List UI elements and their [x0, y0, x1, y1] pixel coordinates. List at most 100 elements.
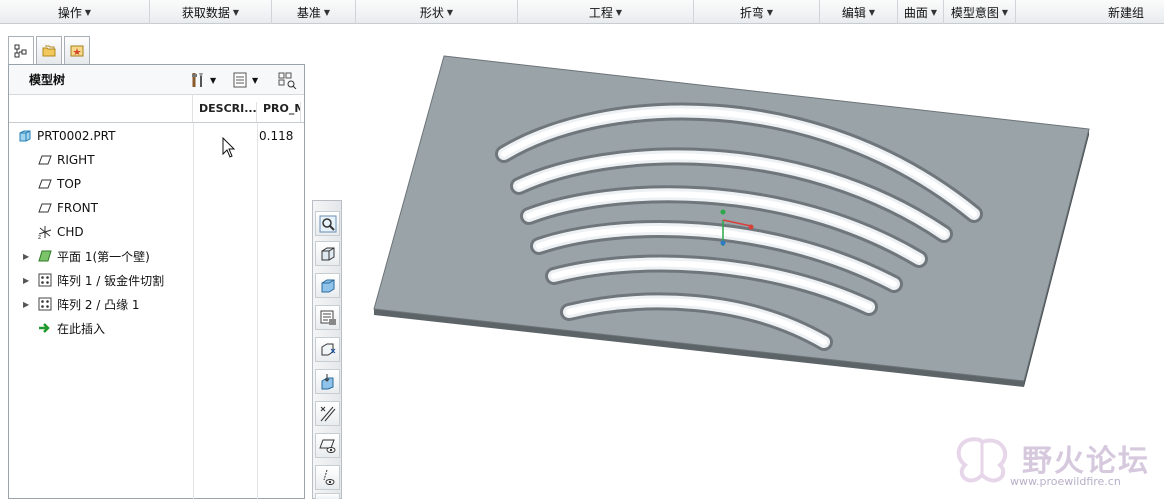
- folder-browser-icon: [42, 45, 56, 56]
- pattern-icon: [37, 296, 53, 312]
- insert-here-arrow-icon: [37, 320, 53, 336]
- menu-new-group[interactable]: 新建组: [1016, 0, 1144, 24]
- column-header-pro-mp[interactable]: PRO_M: [257, 102, 301, 122]
- panel-title: 模型树: [29, 73, 66, 87]
- chevron-down-icon: ▼: [766, 7, 774, 17]
- model-tree-header: 模型树 ▼ ▼: [9, 65, 304, 95]
- chevron-down-icon: ▼: [1001, 7, 1009, 17]
- part-icon: [17, 128, 33, 144]
- tab-favorites[interactable]: [64, 36, 90, 64]
- tree-item-right[interactable]: RIGHT: [37, 150, 95, 170]
- datum-plane-icon: [37, 200, 53, 216]
- tree-item-insert-here[interactable]: 在此插入: [37, 318, 105, 338]
- axis-display-button[interactable]: [315, 465, 340, 490]
- menu-edit[interactable]: 编辑 ▼: [820, 0, 898, 24]
- axis-display-icon: [323, 469, 334, 485]
- filter-tool-button[interactable]: [277, 71, 297, 89]
- view-manager-icon: [320, 310, 336, 325]
- view-manager-button[interactable]: [315, 305, 340, 330]
- menu-model-intent[interactable]: 模型意图 ▼: [944, 0, 1016, 24]
- menu-label: 工程: [588, 5, 613, 20]
- menu-shapes[interactable]: 形状 ▼: [356, 0, 518, 24]
- svg-text:z: z: [38, 234, 41, 239]
- menu-label: 曲面: [903, 5, 928, 20]
- tree-item-label: RIGHT: [57, 153, 95, 167]
- settings-tools-icon: [192, 73, 203, 87]
- datum-plane-tool-icon: [321, 343, 335, 355]
- model-tree-icon: [14, 44, 27, 58]
- watermark-text: 野火论坛: [1022, 444, 1150, 479]
- show-tool-button[interactable]: ▼: [231, 71, 258, 89]
- menu-label: 形状: [419, 5, 444, 20]
- menu-label: 基准: [296, 5, 321, 20]
- tree-item-label: FRONT: [57, 201, 98, 215]
- menu-datum[interactable]: 基准 ▼: [272, 0, 356, 24]
- datum-axis-tool-icon: [321, 373, 333, 389]
- menu-label: 折弯: [739, 5, 764, 20]
- view-orient-button[interactable]: [315, 241, 340, 266]
- chevron-down-icon: ▼: [84, 7, 92, 17]
- tree-item-front[interactable]: FRONT: [37, 198, 98, 218]
- tree-column-headers: DESCRI... PRO_M: [9, 94, 304, 123]
- chevron-down-icon: ▼: [868, 7, 876, 17]
- column-divider: [193, 123, 194, 499]
- point-display-button[interactable]: [315, 493, 340, 499]
- tree-item-label: PRT0002.PRT: [37, 129, 116, 143]
- settings-tool-button[interactable]: ▼: [189, 71, 216, 89]
- tree-item-top[interactable]: TOP: [37, 174, 81, 194]
- menu-label: 操作: [57, 5, 82, 20]
- saved-views-button[interactable]: [315, 273, 340, 298]
- menu-operations[interactable]: 操作 ▼: [0, 0, 150, 24]
- tree-item-label: TOP: [57, 177, 82, 191]
- menu-get-data[interactable]: 获取数据 ▼: [150, 0, 272, 24]
- datum-plane-icon: [37, 176, 53, 192]
- part-pro-mp-value: 0.118: [259, 129, 294, 143]
- expand-arrow-icon[interactable]: ▶: [23, 276, 29, 285]
- navigator-tabs: [8, 36, 90, 65]
- tree-item-csys[interactable]: z CHD: [37, 222, 84, 242]
- datum-point-tool-button[interactable]: [315, 401, 340, 426]
- menu-engineering[interactable]: 工程 ▼: [518, 0, 694, 24]
- sheetmetal-plate-model[interactable]: [344, 24, 1164, 499]
- menu-bend[interactable]: 折弯 ▼: [694, 0, 820, 24]
- mouse-cursor-icon: [222, 137, 236, 158]
- menu-label: 新建组: [1107, 5, 1144, 20]
- saved-views-icon: [321, 279, 334, 292]
- tree-filter-icon: [278, 72, 297, 89]
- tree-item-label: 在此插入: [57, 321, 106, 336]
- menu-label: 编辑: [841, 5, 866, 20]
- tab-model-tree[interactable]: [8, 36, 34, 65]
- pattern-icon: [37, 272, 53, 288]
- tree-item-part[interactable]: PRT0002.PRT: [17, 126, 115, 146]
- column-divider: [257, 123, 258, 499]
- point-display-icon: [319, 493, 337, 499]
- menu-surfaces[interactable]: 曲面 ▼: [898, 0, 944, 24]
- chevron-down-icon: ▼: [210, 75, 217, 85]
- tree-item-label: CHD: [57, 225, 84, 239]
- favorites-icon: [70, 45, 84, 56]
- chevron-down-icon: ▼: [930, 7, 938, 17]
- column-header-description[interactable]: DESCRI...: [193, 102, 257, 122]
- zoom-button[interactable]: [315, 211, 340, 236]
- datum-plane-tool-button[interactable]: [315, 337, 340, 362]
- tree-item-pattern-2[interactable]: ▶ 阵列 2 / 凸缘 1: [23, 294, 140, 314]
- graphics-viewport[interactable]: [344, 24, 1164, 499]
- chevron-down-icon: ▼: [252, 75, 259, 85]
- datum-axis-tool-button[interactable]: [315, 369, 340, 394]
- tree-column-name-header[interactable]: [9, 94, 193, 122]
- view-toolbar: [312, 200, 342, 499]
- coordinate-system-icon: z: [37, 224, 53, 240]
- chevron-down-icon: ▼: [615, 7, 623, 17]
- datum-point-tool-icon: [320, 406, 335, 421]
- tree-item-planar-wall[interactable]: ▶ 平面 1(第一个壁): [23, 246, 150, 266]
- expand-arrow-icon[interactable]: ▶: [23, 252, 29, 261]
- tree-columns-icon: [233, 72, 247, 88]
- tree-item-label: 阵列 2 / 凸缘 1: [57, 297, 140, 312]
- expand-arrow-icon[interactable]: ▶: [23, 300, 29, 309]
- menu-label: 获取数据: [181, 5, 230, 20]
- tree-item-pattern-1[interactable]: ▶ 阵列 1 / 钣金件切割: [23, 270, 164, 290]
- plane-display-button[interactable]: [315, 433, 340, 458]
- plane-display-icon: [318, 439, 335, 453]
- tab-folder-browser[interactable]: [36, 36, 62, 64]
- planar-wall-icon: [37, 248, 53, 264]
